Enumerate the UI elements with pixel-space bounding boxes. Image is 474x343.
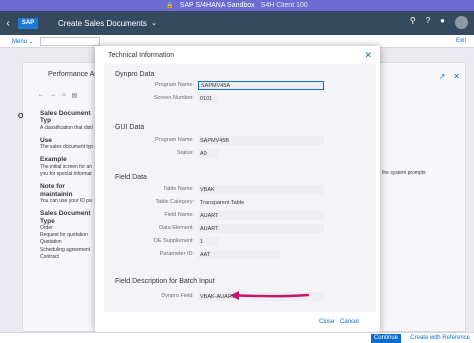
lock-icon: 🔒 bbox=[166, 3, 174, 9]
screen-number-field[interactable]: 0101 bbox=[198, 94, 218, 103]
program-name-field[interactable]: SAPMV45A bbox=[198, 81, 324, 90]
field-name-field[interactable]: AUART bbox=[198, 211, 324, 220]
table-name-row: Table Name: VBAK bbox=[104, 185, 376, 195]
field-label: Table Name: bbox=[163, 186, 194, 192]
shell-header: ‹ SAP Create Sales Documents ⌄ ⚲ ? ● bbox=[0, 11, 474, 35]
gui-program-row: Program Name: SAPMV45B bbox=[104, 136, 376, 146]
help-line: The initial screen for an bbox=[40, 163, 92, 170]
chevron-down-icon[interactable]: ⌄ bbox=[151, 19, 157, 27]
help-heading: Use bbox=[40, 136, 52, 144]
field-label: Parameter ID: bbox=[159, 251, 194, 257]
home-icon[interactable]: ⌂ bbox=[62, 92, 66, 99]
help-line: A classification that disti bbox=[40, 124, 93, 131]
page-footer: Continue Create with Reference bbox=[0, 332, 474, 343]
table-name-field[interactable]: VBAK bbox=[198, 185, 324, 194]
help-line: Request for quotation bbox=[40, 232, 88, 239]
data-element-field[interactable]: AUART bbox=[198, 224, 324, 233]
create-with-reference-button[interactable]: Create with Reference bbox=[410, 334, 470, 343]
status-field[interactable]: A0 bbox=[198, 149, 218, 158]
help-text-right: the system prompts bbox=[382, 170, 426, 176]
performance-assistant-title: Performance As bbox=[48, 71, 98, 78]
field-label: Field Name: bbox=[164, 212, 194, 218]
help-heading: Sales Document Type bbox=[40, 210, 91, 225]
field-label: Status: bbox=[176, 150, 194, 156]
help-heading: Example bbox=[40, 156, 67, 164]
help-line: You can use your ID pa bbox=[40, 197, 92, 204]
help-toolbar: ← → ⌂ ▤ bbox=[38, 92, 77, 99]
field-label: Dynpro Field: bbox=[161, 293, 194, 299]
help-line: Quotation bbox=[40, 239, 62, 246]
help-line: The sales document typ bbox=[40, 144, 94, 151]
field-label: Program Name: bbox=[155, 137, 194, 143]
screen-number-row: Screen Number: 0101 bbox=[104, 94, 376, 104]
field-label: Screen Number: bbox=[153, 95, 194, 101]
help-text: Sales Document Typ A classification that … bbox=[40, 105, 96, 261]
app-title[interactable]: Create Sales Documents bbox=[58, 19, 147, 28]
back-arrow-icon[interactable]: ← bbox=[38, 92, 44, 99]
field-label: Table Category: bbox=[155, 199, 194, 205]
table-category-row: Table Category: Transparent Table bbox=[104, 198, 376, 208]
help-icon[interactable]: ? bbox=[426, 16, 430, 29]
dialog-body: Dynpro Data Program Name: SAPMV45A Scree… bbox=[104, 64, 376, 312]
gui-program-name-field[interactable]: SAPMV45B bbox=[198, 136, 324, 145]
help-line: Contract bbox=[40, 254, 59, 261]
field-label: Data Element: bbox=[159, 225, 194, 231]
de-supplement-field[interactable]: 1 bbox=[198, 237, 218, 246]
sap-logo[interactable]: SAP bbox=[18, 17, 38, 29]
dialog-footer: Close Cancel bbox=[95, 314, 380, 332]
expand-icon[interactable]: ↗ bbox=[439, 72, 446, 81]
help-heading: Sales Document Typ bbox=[40, 110, 91, 125]
dialog-title: Technical Information bbox=[108, 52, 175, 59]
system-name: SAP S/4HANA Sandbox bbox=[179, 2, 255, 9]
dynpro-program-row: Program Name: SAPMV45A bbox=[104, 81, 376, 91]
continue-button[interactable]: Continue bbox=[370, 334, 401, 343]
exit-button[interactable]: Exit bbox=[456, 38, 466, 44]
avatar[interactable] bbox=[455, 16, 468, 29]
back-icon[interactable]: ‹ bbox=[0, 18, 16, 29]
help-line: Order bbox=[40, 224, 53, 231]
annotation-arrow bbox=[230, 291, 310, 300]
notifications-icon[interactable]: ● bbox=[440, 16, 445, 29]
system-client: S4H Client 100 bbox=[260, 2, 308, 9]
field-name-row: Field Name: AUART bbox=[104, 211, 376, 221]
parameter-id-row: Parameter ID: AAT bbox=[104, 250, 376, 260]
status-row: Status: A0 bbox=[104, 149, 376, 159]
search-icon[interactable]: ⚲ bbox=[410, 16, 416, 29]
close-panel-icon[interactable]: ✕ bbox=[453, 72, 460, 81]
table-category-value: Transparent Table bbox=[200, 199, 245, 206]
forward-arrow-icon[interactable]: → bbox=[50, 92, 56, 99]
background-letter: O bbox=[18, 113, 24, 120]
parameter-id-field[interactable]: AAT bbox=[198, 250, 280, 259]
close-button[interactable]: Close bbox=[319, 319, 334, 325]
print-icon[interactable]: ▤ bbox=[72, 92, 78, 99]
de-supplement-row: DE Supplement: 1 bbox=[104, 237, 376, 247]
transaction-combo[interactable] bbox=[39, 36, 100, 46]
field-label: Program Name: bbox=[155, 82, 194, 88]
help-line: Scheduling agreement bbox=[40, 246, 91, 253]
section-heading: Dynpro Data bbox=[115, 71, 155, 78]
close-icon[interactable]: ✕ bbox=[364, 50, 372, 61]
field-label: DE Supplement: bbox=[153, 238, 194, 244]
help-heading: Note for maintainin bbox=[40, 183, 73, 198]
menu-button[interactable]: Menu ⌄ bbox=[12, 38, 34, 45]
help-line: you for special informat bbox=[40, 171, 92, 178]
data-element-row: Data Element: AUART bbox=[104, 224, 376, 234]
section-heading: Field Description for Batch Input bbox=[115, 278, 215, 285]
section-heading: Field Data bbox=[115, 174, 147, 181]
section-heading: GUI Data bbox=[115, 124, 145, 131]
cancel-button[interactable]: Cancel bbox=[340, 319, 359, 325]
system-title-bar: 🔒 SAP S/4HANA Sandbox S4H Client 100 bbox=[0, 0, 474, 11]
